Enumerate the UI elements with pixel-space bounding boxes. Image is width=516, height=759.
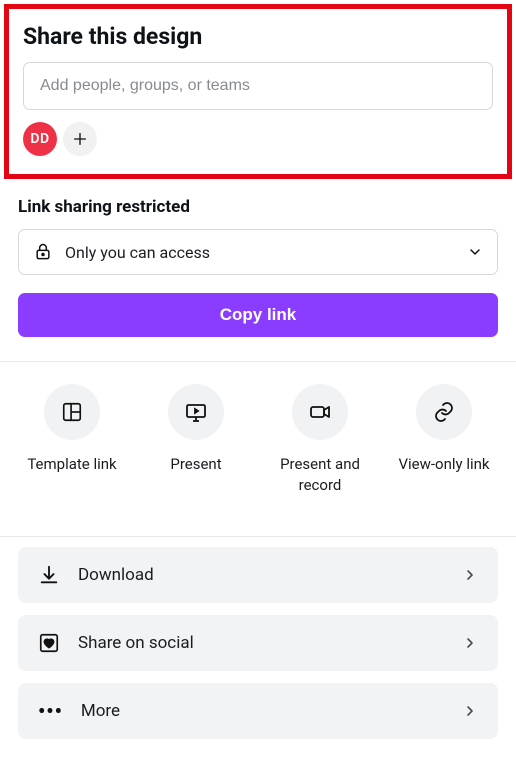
present-record-option[interactable]: Present and record	[265, 384, 375, 496]
download-icon	[38, 564, 60, 586]
chevron-right-icon	[462, 567, 478, 583]
download-button[interactable]: Download	[18, 547, 498, 603]
chevron-down-icon	[467, 244, 483, 260]
add-person-button[interactable]	[63, 122, 97, 156]
plus-icon	[72, 131, 88, 147]
chevron-right-icon	[462, 635, 478, 651]
present-option[interactable]: Present	[141, 384, 251, 496]
option-label: View-only link	[398, 454, 489, 475]
people-row: DD	[23, 122, 493, 156]
template-link-option[interactable]: Template link	[17, 384, 127, 496]
link-sharing-label: Link sharing restricted	[18, 197, 498, 217]
chevron-right-icon	[462, 703, 478, 719]
heart-icon	[38, 632, 60, 654]
action-label: Download	[78, 565, 444, 585]
view-only-option[interactable]: View-only link	[389, 384, 499, 496]
action-label: More	[81, 701, 444, 721]
template-icon	[61, 401, 83, 423]
avatar[interactable]: DD	[23, 122, 57, 156]
copy-link-button[interactable]: Copy link	[18, 293, 498, 337]
action-label: Share on social	[78, 633, 444, 653]
lock-icon	[33, 242, 53, 262]
action-list: Download Share on social ••• More	[0, 537, 516, 759]
more-button[interactable]: ••• More	[18, 683, 498, 739]
share-title: Share this design	[23, 23, 493, 50]
add-people-input[interactable]	[23, 62, 493, 110]
share-options-row: Template link Present Present and record	[0, 362, 516, 512]
more-icon: •••	[38, 699, 63, 723]
share-panel-highlight: Share this design DD	[4, 4, 512, 179]
option-label: Present	[170, 454, 221, 475]
access-text: Only you can access	[65, 243, 455, 262]
option-label: Present and record	[265, 454, 375, 496]
present-icon	[184, 400, 208, 424]
link-sharing-section: Link sharing restricted Only you can acc…	[0, 183, 516, 337]
option-label: Template link	[27, 454, 116, 475]
video-icon	[308, 400, 332, 424]
link-icon	[432, 400, 456, 424]
access-select[interactable]: Only you can access	[18, 229, 498, 275]
share-social-button[interactable]: Share on social	[18, 615, 498, 671]
